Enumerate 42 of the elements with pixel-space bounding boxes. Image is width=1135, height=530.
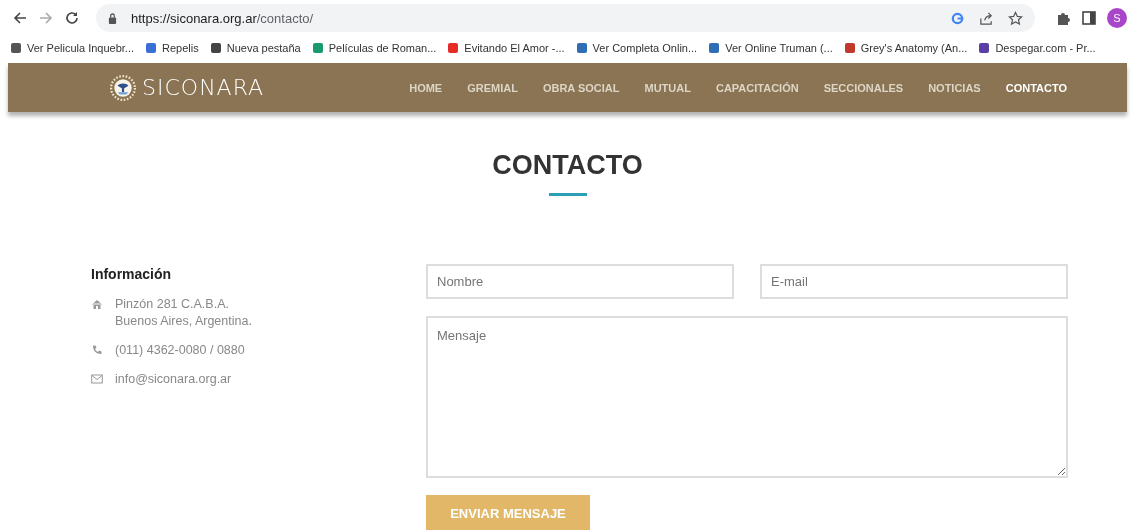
- bookmark-item[interactable]: Evitando El Amor -...: [447, 42, 565, 54]
- lock-icon: [108, 12, 117, 24]
- side-panel-icon[interactable]: [1081, 10, 1097, 26]
- bookmark-item[interactable]: Despegar.com - Pr...: [978, 42, 1096, 54]
- reload-icon[interactable]: [64, 10, 80, 26]
- nav-link[interactable]: NOTICIAS: [928, 81, 981, 94]
- nav-link[interactable]: OBRA SOCIAL: [542, 81, 620, 94]
- name-field[interactable]: Nombre: [426, 264, 734, 299]
- bookmark-item[interactable]: Repelis: [145, 42, 199, 54]
- info-text: (011) 4362-0080 / 0880: [115, 342, 245, 359]
- profile-avatar[interactable]: S: [1107, 8, 1127, 28]
- email-field[interactable]: E-mail: [760, 264, 1068, 299]
- bookmark-item[interactable]: Ver Online Truman (...: [708, 42, 833, 54]
- star-icon[interactable]: [1008, 10, 1023, 26]
- phone-icon: [91, 344, 103, 356]
- url-text: https://siconara.org.ar/contacto/: [131, 10, 314, 26]
- puzzle-icon[interactable]: [1055, 10, 1071, 26]
- nav-link[interactable]: GREMIAL: [467, 81, 518, 94]
- nav-link[interactable]: SECCIONALES: [823, 81, 904, 94]
- nav-link[interactable]: MUTUAL: [644, 81, 691, 94]
- nav-link[interactable]: HOME: [409, 81, 443, 94]
- message-field[interactable]: Mensaje: [426, 316, 1068, 478]
- envelope-icon: [91, 373, 103, 385]
- bookmark-item[interactable]: Nueva pestaña: [209, 42, 301, 54]
- info-heading: Información: [91, 266, 173, 282]
- google-icon[interactable]: [950, 10, 965, 26]
- home-icon: [91, 298, 103, 310]
- page-title: CONTACTO: [491, 150, 644, 181]
- bookmark-item[interactable]: Películas de Roman...: [311, 42, 437, 54]
- sun-emblem-icon: [110, 74, 136, 101]
- bookmark-item[interactable]: Grey's Anatomy (An...: [843, 42, 968, 54]
- nav-link[interactable]: CAPACITACIÓN: [715, 81, 799, 94]
- site-logo[interactable]: SICONARA: [142, 75, 265, 100]
- address-bar[interactable]: https://siconara.org.ar/contacto/: [96, 4, 1035, 32]
- back-icon[interactable]: [12, 10, 28, 26]
- nav-link[interactable]: CONTACTO: [1005, 81, 1067, 94]
- bookmark-item[interactable]: Ver Pelicula Inquebr...: [10, 42, 134, 54]
- info-text: Buenos Aires, Argentina.: [115, 313, 252, 330]
- info-text: Pinzón 281 C.A.B.A.: [115, 296, 230, 313]
- share-icon[interactable]: [979, 10, 994, 26]
- info-text: info@siconara.org.ar: [115, 371, 232, 388]
- bookmark-item[interactable]: Ver Completa Onlin...: [575, 42, 698, 54]
